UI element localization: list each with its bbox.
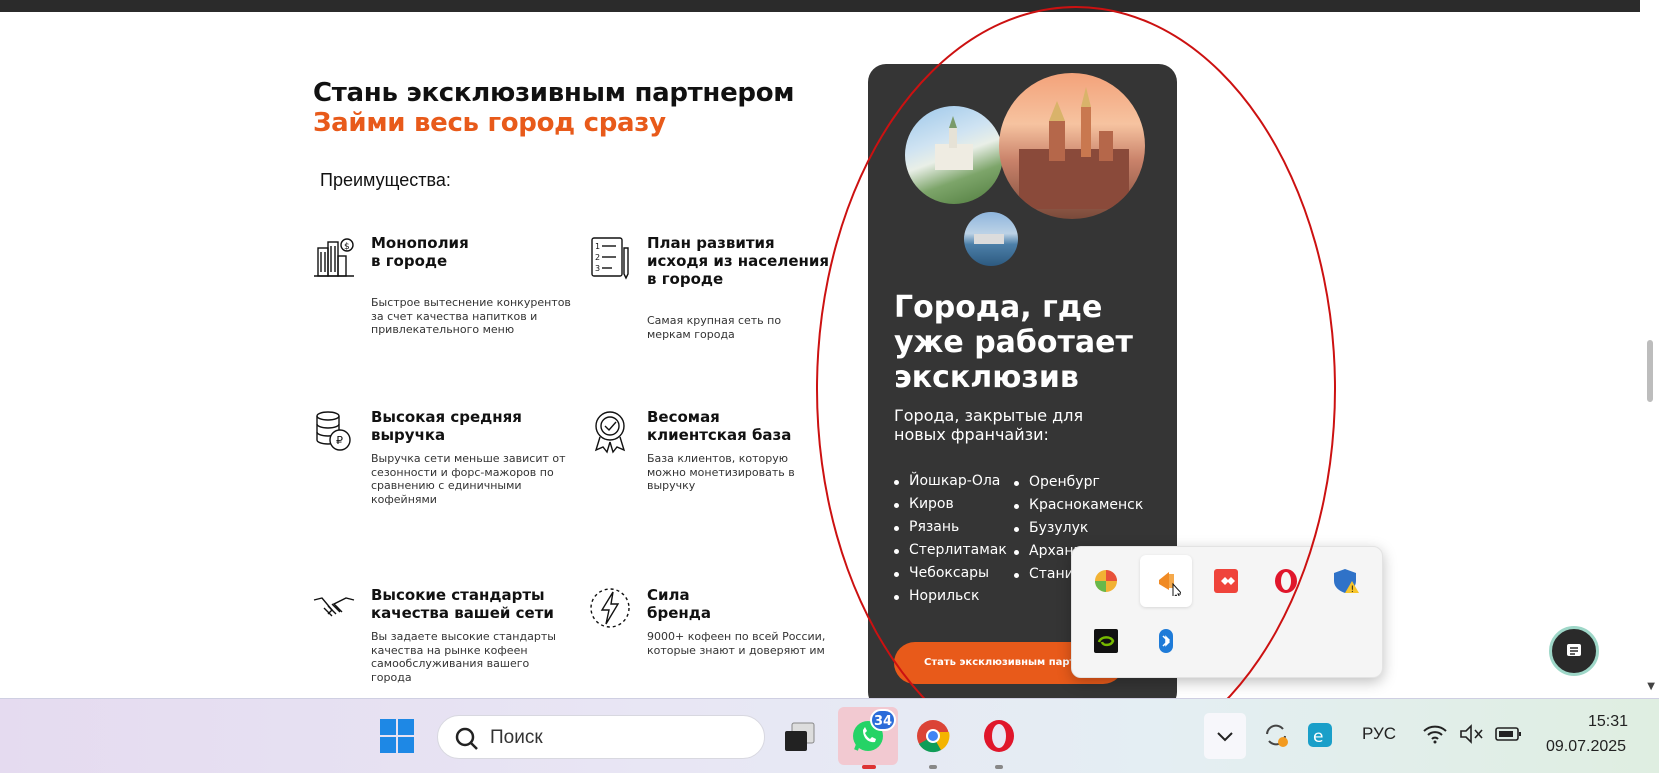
search-icon bbox=[455, 727, 478, 750]
feature-title: Монополия в городе bbox=[371, 234, 469, 270]
clock-date[interactable]: 09.07.2025 bbox=[1546, 738, 1626, 756]
list-item: Краснокаменск bbox=[1014, 494, 1143, 517]
list-item: Стерлитамак bbox=[894, 539, 1007, 562]
taskbar: Поиск 34 e РУС 15:31 09.07.2025 bbox=[0, 698, 1659, 773]
opera-icon[interactable] bbox=[1260, 555, 1312, 607]
list-item: Норильск bbox=[894, 585, 1007, 608]
feature-desc: Выручка сети меньше зависит от сезонност… bbox=[371, 452, 566, 506]
multicolor-ball-icon[interactable] bbox=[1080, 555, 1132, 607]
feature-title: Высокая средняя выручка bbox=[371, 408, 522, 444]
feature-title: Высокие стандарты качества вашей сети bbox=[371, 586, 554, 622]
volume-muted-icon[interactable] bbox=[1456, 719, 1486, 749]
taskbar-search[interactable]: Поиск bbox=[437, 715, 765, 759]
clock-time[interactable]: 15:31 bbox=[1588, 713, 1628, 731]
city-building-icon: $ bbox=[312, 234, 356, 280]
svg-text:e: e bbox=[1313, 727, 1323, 747]
tray-overflow-popup: ! bbox=[1071, 546, 1383, 678]
anydesk-icon[interactable] bbox=[1200, 555, 1252, 607]
city-photo-river bbox=[964, 212, 1018, 266]
whatsapp-badge: 34 bbox=[870, 709, 896, 731]
svg-text:1: 1 bbox=[595, 242, 600, 251]
opera-running-indicator bbox=[995, 765, 1003, 769]
feature-title: План развития исходя из населения в горо… bbox=[647, 234, 830, 288]
list-item: Оренбург bbox=[1014, 471, 1143, 494]
feature-desc: База клиентов, которую можно монетизиров… bbox=[647, 452, 795, 492]
city-photo-cathedral bbox=[999, 73, 1145, 219]
handshake-icon bbox=[312, 586, 356, 632]
lightning-icon bbox=[588, 586, 632, 632]
browser-top-bar bbox=[0, 0, 1640, 12]
coin-stack-icon: ₽ bbox=[312, 408, 356, 454]
feature-title: Весомая клиентская база bbox=[647, 408, 792, 444]
feature-desc: 9000+ кофеен по всей России, которые зна… bbox=[647, 630, 826, 657]
search-placeholder: Поиск bbox=[490, 727, 543, 748]
windows-start-icon[interactable] bbox=[378, 717, 416, 755]
list-item: Киров bbox=[894, 493, 1007, 516]
chrome-app-icon[interactable] bbox=[912, 715, 954, 757]
svg-text:!: ! bbox=[1351, 585, 1355, 595]
card-subtitle: Города, закрытые для новых франчайзи: bbox=[894, 406, 1084, 444]
feature-desc: Самая крупная сеть по меркам города bbox=[647, 314, 782, 341]
e-app-icon[interactable]: e bbox=[1302, 717, 1338, 753]
svg-text:$: $ bbox=[344, 242, 350, 252]
chrome-running-indicator bbox=[929, 765, 937, 769]
chevron-up-icon[interactable] bbox=[1204, 713, 1246, 759]
headline-line2: Займи весь город сразу bbox=[313, 108, 666, 138]
advantages-label: Преимущества: bbox=[320, 170, 451, 190]
opera-app-icon[interactable] bbox=[978, 715, 1020, 757]
list-item: Чебоксары bbox=[894, 562, 1007, 585]
svg-text:₽: ₽ bbox=[336, 434, 343, 447]
wifi-icon[interactable] bbox=[1420, 719, 1450, 749]
list-item: Йошкар-Ола bbox=[894, 470, 1007, 493]
award-badge-icon bbox=[588, 408, 632, 454]
feature-desc: Быстрое вытеснение конкурентов за счет к… bbox=[371, 296, 571, 336]
orange-app-icon[interactable] bbox=[1140, 555, 1192, 607]
task-view-icon[interactable] bbox=[780, 717, 820, 757]
battery-icon[interactable] bbox=[1492, 719, 1526, 749]
language-indicator[interactable]: РУС bbox=[1362, 724, 1396, 744]
chat-widget-button[interactable] bbox=[1549, 626, 1599, 676]
security-shield-icon[interactable]: ! bbox=[1320, 555, 1372, 607]
sync-icon[interactable] bbox=[1258, 717, 1294, 753]
city-photo-kremlin bbox=[905, 106, 1003, 204]
feature-title: Сила бренда bbox=[647, 586, 711, 622]
chat-icon bbox=[1567, 644, 1581, 656]
nvidia-icon[interactable] bbox=[1080, 615, 1132, 667]
city-list-left: Йошкар-Ола Киров Рязань Стерлитамак Чебо… bbox=[894, 470, 1007, 608]
svg-text:3: 3 bbox=[595, 264, 600, 273]
bluetooth-icon[interactable] bbox=[1140, 615, 1192, 667]
list-item: Рязань bbox=[894, 516, 1007, 539]
svg-text:2: 2 bbox=[595, 253, 600, 262]
feature-desc: Вы задаете высокие стандарты качества на… bbox=[371, 630, 556, 684]
checklist-icon: 1 2 3 bbox=[588, 234, 632, 280]
scroll-down-arrow[interactable]: ▼ bbox=[1647, 681, 1655, 692]
page-scrollbar[interactable]: ▼ bbox=[1640, 0, 1659, 698]
web-page: Стань эксклюзивным партнером Займи весь … bbox=[0, 12, 1640, 698]
card-title: Города, где уже работает эксклюзив bbox=[894, 290, 1133, 395]
whatsapp-running-indicator bbox=[862, 765, 876, 769]
headline-line1: Стань эксклюзивным партнером bbox=[313, 78, 795, 108]
scrollbar-thumb[interactable] bbox=[1647, 340, 1653, 402]
list-item: Бузулук bbox=[1014, 517, 1143, 540]
